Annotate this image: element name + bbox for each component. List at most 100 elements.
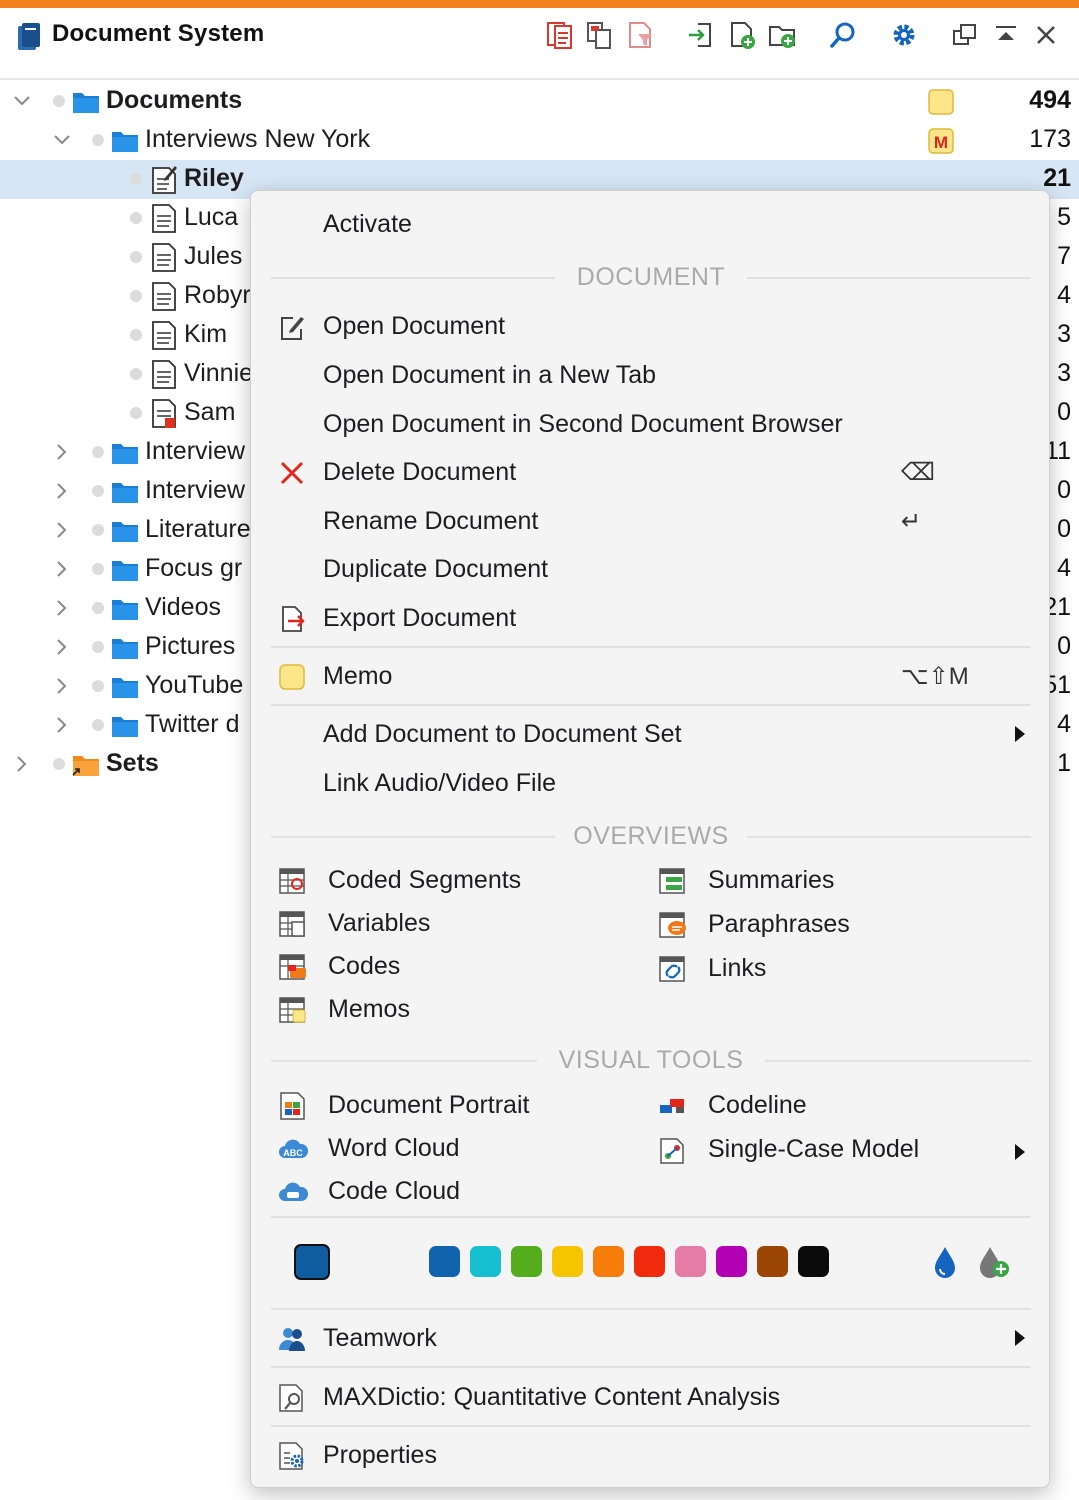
memo-icon[interactable] bbox=[928, 89, 954, 115]
menu-item-maxdictio[interactable]: MAXDictio: Quantitative Content Analysis bbox=[251, 1374, 1049, 1420]
activation-dot[interactable] bbox=[92, 524, 104, 536]
tree-label: Luca bbox=[184, 203, 239, 231]
activation-dot[interactable] bbox=[92, 719, 104, 731]
activation-dot[interactable] bbox=[130, 251, 142, 263]
chevron-right-icon[interactable] bbox=[52, 481, 72, 501]
menu-item-open-second-browser[interactable]: Open Document in Second Document Browser bbox=[251, 401, 1049, 447]
color-swatch-red[interactable] bbox=[634, 1246, 665, 1277]
menu-item-activate[interactable]: Activate bbox=[251, 201, 1049, 247]
activation-dot[interactable] bbox=[92, 446, 104, 458]
chevron-right-icon[interactable] bbox=[52, 598, 72, 618]
tree-label: Robyr bbox=[184, 281, 251, 309]
menu-item-label: Single-Case Model bbox=[708, 1135, 920, 1163]
chevron-right-icon[interactable] bbox=[52, 442, 72, 462]
color-swatch-yellow[interactable] bbox=[552, 1246, 583, 1277]
menu-item-open-document[interactable]: Open Document bbox=[251, 303, 1049, 349]
add-color-icon[interactable] bbox=[977, 1245, 1011, 1279]
memo-m-icon[interactable]: M bbox=[928, 128, 954, 154]
activation-dot[interactable] bbox=[130, 329, 142, 341]
word-cloud-icon: ABC bbox=[279, 1139, 308, 1158]
activation-dot[interactable] bbox=[53, 758, 65, 770]
color-drop-icon[interactable] bbox=[931, 1245, 959, 1279]
properties-icon bbox=[279, 1442, 304, 1470]
activation-dot[interactable] bbox=[53, 95, 65, 107]
section-header-visual-tools: VISUAL TOOLS bbox=[271, 1046, 1031, 1076]
menu-item-rename-document[interactable]: Rename Document ↵ bbox=[251, 498, 1049, 544]
chevron-right-icon[interactable] bbox=[52, 637, 72, 657]
menu-item-label: Codeline bbox=[708, 1091, 807, 1119]
menu-item-duplicate-document[interactable]: Duplicate Document bbox=[251, 546, 1049, 592]
color-swatch-blue[interactable] bbox=[429, 1246, 460, 1277]
activation-dot[interactable] bbox=[92, 641, 104, 653]
search-icon[interactable] bbox=[828, 20, 858, 50]
coded-count: 3 bbox=[1057, 320, 1071, 348]
copy-icon[interactable] bbox=[585, 20, 615, 50]
new-folder-icon[interactable] bbox=[768, 20, 798, 50]
activation-dot[interactable] bbox=[130, 173, 142, 185]
color-swatch-orange[interactable] bbox=[593, 1246, 624, 1277]
chevron-down-icon[interactable] bbox=[12, 91, 32, 111]
activation-dot[interactable] bbox=[130, 368, 142, 380]
submenu-arrow-icon bbox=[1015, 1330, 1025, 1346]
activation-dot[interactable] bbox=[130, 407, 142, 419]
variables-icon bbox=[279, 911, 305, 937]
chevron-right-icon[interactable] bbox=[52, 520, 72, 540]
menu-item-export-document[interactable]: Export Document bbox=[251, 595, 1049, 641]
menu-separator bbox=[271, 646, 1031, 648]
menu-item-teamwork[interactable]: Teamwork bbox=[251, 1315, 1049, 1361]
folder-icon bbox=[73, 93, 99, 113]
menu-item-delete-document[interactable]: Delete Document ⌫ bbox=[251, 449, 1049, 495]
menu-item-label: Paraphrases bbox=[708, 910, 850, 938]
chevron-down-icon[interactable] bbox=[52, 130, 72, 150]
current-color-swatch[interactable] bbox=[294, 1244, 330, 1280]
tree-row-documents[interactable]: Documents 494 bbox=[0, 82, 1079, 121]
sets-folder-icon bbox=[72, 756, 99, 776]
activation-dot[interactable] bbox=[92, 134, 104, 146]
menu-item-label: Coded Segments bbox=[328, 866, 522, 894]
chevron-right-icon[interactable] bbox=[52, 559, 72, 579]
close-icon[interactable] bbox=[1031, 20, 1061, 50]
tree-row-interviews-new-york[interactable]: Interviews New York M 173 bbox=[0, 121, 1079, 160]
color-swatch-brown[interactable] bbox=[757, 1246, 788, 1277]
text-document-icon bbox=[152, 321, 176, 350]
delete-shortcut: ⌫ bbox=[901, 459, 935, 486]
undock-icon[interactable] bbox=[951, 20, 981, 50]
menu-item-label: Memos bbox=[328, 995, 410, 1023]
activation-dot[interactable] bbox=[130, 290, 142, 302]
folder-icon bbox=[112, 444, 138, 464]
menu-item-label: Open Document in Second Document Browser bbox=[323, 410, 843, 438]
color-swatch-cyan[interactable] bbox=[470, 1246, 501, 1277]
chevron-right-icon[interactable] bbox=[12, 754, 32, 774]
color-swatch-green[interactable] bbox=[511, 1246, 542, 1277]
menu-item-add-to-set[interactable]: Add Document to Document Set bbox=[251, 711, 1049, 757]
paraphrases-icon bbox=[659, 912, 686, 938]
tree-label: Focus gr bbox=[145, 554, 243, 582]
collapse-icon[interactable] bbox=[991, 20, 1021, 50]
activate-all-icon[interactable] bbox=[545, 20, 575, 50]
section-title: DOCUMENT bbox=[576, 263, 726, 291]
document-edit-icon bbox=[152, 166, 177, 194]
tree-label: Pictures bbox=[145, 632, 236, 660]
menu-item-open-new-tab[interactable]: Open Document in a New Tab bbox=[251, 352, 1049, 398]
activation-dot[interactable] bbox=[92, 680, 104, 692]
menu-item-properties[interactable]: Properties bbox=[251, 1432, 1049, 1478]
menu-item-link-audio-video[interactable]: Link Audio/Video File bbox=[251, 760, 1049, 806]
activation-dot[interactable] bbox=[130, 212, 142, 224]
gear-icon[interactable] bbox=[889, 20, 919, 50]
menu-item-label: Activate bbox=[323, 210, 412, 238]
filter-icon[interactable] bbox=[626, 20, 656, 50]
tree-label: Sam bbox=[184, 398, 236, 426]
import-icon[interactable] bbox=[686, 20, 716, 50]
color-swatch-black[interactable] bbox=[798, 1246, 829, 1277]
menu-item-label: Open Document in a New Tab bbox=[323, 361, 657, 389]
activation-dot[interactable] bbox=[92, 602, 104, 614]
activation-dot[interactable] bbox=[92, 563, 104, 575]
chevron-right-icon[interactable] bbox=[52, 676, 72, 696]
tree-label: YouTube bbox=[145, 671, 244, 699]
color-swatch-purple[interactable] bbox=[716, 1246, 747, 1277]
new-document-icon[interactable] bbox=[728, 20, 758, 50]
chevron-right-icon[interactable] bbox=[52, 715, 72, 735]
activation-dot[interactable] bbox=[92, 485, 104, 497]
menu-item-memo[interactable]: Memo ⌥⇧M bbox=[251, 653, 1049, 699]
color-swatch-pink[interactable] bbox=[675, 1246, 706, 1277]
